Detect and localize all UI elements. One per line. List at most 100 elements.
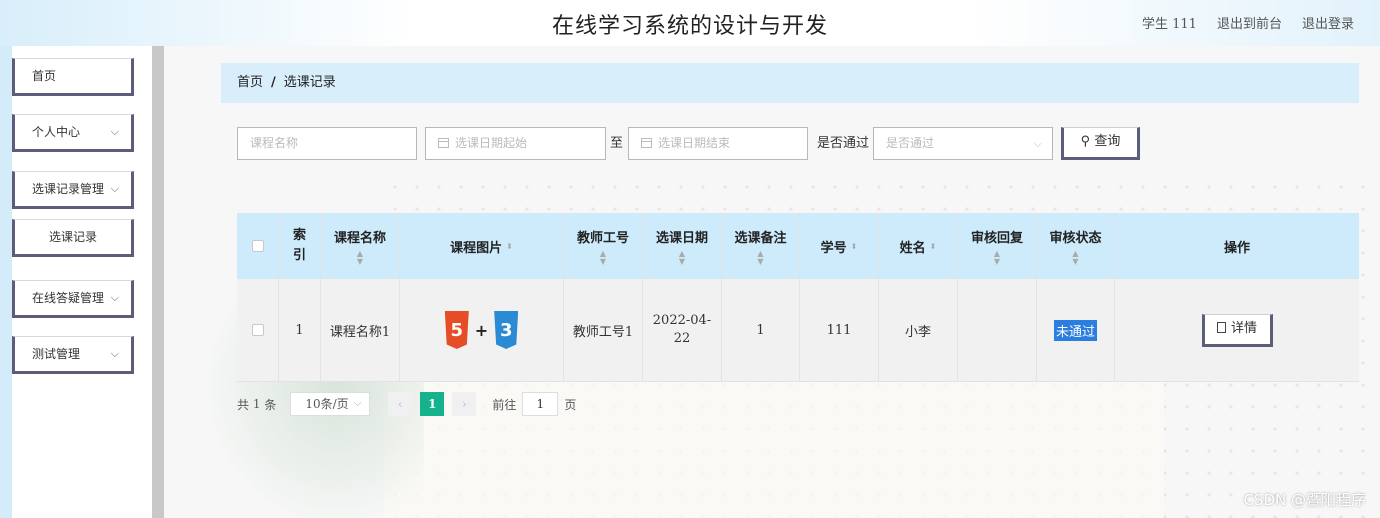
calendar-icon — [641, 138, 652, 148]
cell-course-name: 课程名称1 — [321, 279, 400, 381]
passed-select[interactable]: 是否通过 ⌵ — [873, 127, 1053, 160]
col-index: 索引 — [279, 213, 321, 279]
cell-reply — [958, 279, 1037, 381]
pagination: 共 1 条 10条/页 ⌵ ‹ 1 › 前往 1 页 — [237, 391, 576, 417]
sidebar-item-course-records-mgmt[interactable]: 选课记录管理 ⌵ — [12, 171, 134, 209]
page-number-current[interactable]: 1 — [420, 392, 445, 416]
row-checkbox[interactable] — [251, 324, 264, 336]
sort-icon[interactable]: ▲ ▼ — [357, 249, 363, 265]
col-course-name-label: 课程名称 — [333, 231, 386, 246]
sort-icon[interactable]: ▲ ▼ — [600, 249, 606, 265]
to-frontend-link[interactable]: 退出到前台 — [1217, 13, 1282, 32]
plus-icon: + — [474, 320, 489, 340]
passed-placeholder: 是否通过 — [886, 136, 935, 150]
select-all-checkbox[interactable] — [251, 240, 264, 252]
breadcrumb-current: 选课记录 — [283, 75, 336, 90]
date-range-separator: 至 — [610, 136, 624, 151]
col-student-id-label: 学号 — [820, 240, 847, 256]
html5-logo: 5 — [444, 311, 469, 349]
calendar-icon — [438, 138, 449, 148]
goto-page-input[interactable]: 1 — [522, 392, 559, 416]
course-name-input[interactable]: 课程名称 — [237, 127, 417, 160]
col-date[interactable]: 选课日期 ▲ ▼ — [643, 213, 722, 279]
next-page-button[interactable]: › — [452, 392, 477, 416]
sidebar-item-home[interactable]: 首页 — [12, 58, 134, 96]
sidebar-item-test-mgmt[interactable]: 测试管理 ⌵ — [12, 336, 134, 374]
cell-name: 小李 — [879, 279, 958, 381]
sidebar-item-label: 选课记录 — [48, 230, 97, 244]
chevron-down-icon: ⌵ — [110, 347, 119, 360]
css3-logo: 3 — [494, 311, 519, 349]
sidebar-divider[interactable] — [152, 46, 164, 518]
username: 111 — [1172, 17, 1197, 32]
query-button[interactable]: ⚲ 查询 — [1061, 127, 1140, 160]
user-links: 学生 111 退出到前台 退出登录 — [1142, 13, 1354, 32]
date-start-placeholder: 选课日期起始 — [455, 136, 528, 150]
sort-icon[interactable]: ▲ ▼ — [994, 249, 1000, 265]
cell-status: 未通过 — [1037, 279, 1115, 381]
col-status[interactable]: 审核状态 ▲ ▼ — [1037, 213, 1115, 279]
col-course-name[interactable]: 课程名称 ▲ ▼ — [321, 213, 400, 279]
user-info: 学生 111 — [1142, 13, 1197, 32]
col-date-label: 选课日期 — [655, 231, 708, 246]
row-select-cell — [237, 279, 279, 381]
chevron-down-icon: ⌵ — [1033, 137, 1042, 150]
col-student-id[interactable]: 学号 ⬍ — [800, 213, 879, 279]
col-status-label: 审核状态 — [1049, 231, 1102, 246]
col-course-image-label: 课程图片 — [450, 240, 503, 256]
query-button-label: 查询 — [1094, 134, 1121, 149]
col-teacher-id-label: 教师工号 — [576, 231, 629, 246]
main-content: 首页 / 选课记录 课程名称 选课日期起始 至 选课日期结束 是否通过 是否通过 ⌵… — [164, 46, 1380, 518]
total-count: 1 — [252, 397, 261, 411]
page-size-value: 10条/页 — [305, 397, 349, 411]
breadcrumb-home[interactable]: 首页 — [237, 75, 263, 90]
select-all-cell — [237, 213, 279, 279]
detail-button[interactable]: 详情 — [1201, 313, 1273, 347]
sidebar-item-online-qa-mgmt[interactable]: 在线答疑管理 ⌵ — [12, 280, 134, 318]
table-row: 1 课程名称1 5 + 3 教师工号1 2022-04-22 1 111 小李 … — [237, 279, 1359, 382]
total-prefix: 共 — [237, 397, 250, 412]
col-index-label: 索引 — [292, 228, 306, 263]
chevron-down-icon: ⌵ — [110, 182, 119, 195]
table-header: 索引 课程名称 ▲ ▼ 课程图片 ⬍ 教师工号 ▲ ▼ 选课日期 ▲ ▼ 选课备注 ▲ ▼ 学号 ⬍… — [237, 213, 1359, 279]
sidebar-edge — [0, 46, 12, 518]
logout-link[interactable]: 退出登录 — [1302, 13, 1354, 32]
col-actions: 操作 — [1115, 213, 1359, 279]
sort-icon[interactable]: ⬍ — [930, 241, 937, 251]
cell-date: 2022-04-22 — [643, 279, 722, 381]
sort-icon[interactable]: ⬍ — [851, 241, 858, 251]
total-suffix: 条 — [264, 397, 277, 412]
cell-student-id: 111 — [800, 279, 879, 381]
sort-icon[interactable]: ▲ ▼ — [757, 249, 763, 265]
cell-teacher-id: 教师工号1 — [564, 279, 643, 381]
prev-page-button[interactable]: ‹ — [388, 392, 413, 416]
top-header: 在线学习系统的设计与开发 学生 111 退出到前台 退出登录 — [0, 0, 1380, 46]
chevron-down-icon: ⌵ — [110, 291, 119, 304]
col-note-label: 选课备注 — [734, 231, 787, 246]
col-course-image[interactable]: 课程图片 ⬍ — [400, 213, 564, 279]
breadcrumb-separator: / — [271, 75, 276, 90]
cell-course-image: 5 + 3 — [400, 279, 564, 381]
document-icon — [1216, 321, 1226, 333]
date-end-input[interactable]: 选课日期结束 — [628, 127, 808, 160]
col-teacher-id[interactable]: 教师工号 ▲ ▼ — [564, 213, 643, 279]
detail-button-label: 详情 — [1230, 320, 1257, 336]
sidebar-item-label: 首页 — [32, 69, 57, 83]
watermark: CSDN @暨阳程序 — [1243, 491, 1366, 509]
sidebar-item-course-records[interactable]: 选课记录 — [12, 219, 134, 257]
sort-icon[interactable]: ▲ ▼ — [679, 249, 685, 265]
user-role: 学生 — [1141, 17, 1168, 32]
col-note[interactable]: 选课备注 ▲ ▼ — [722, 213, 800, 279]
page-size-select[interactable]: 10条/页 ⌵ — [290, 392, 371, 416]
sort-icon[interactable]: ⬍ — [506, 241, 513, 251]
col-name[interactable]: 姓名 ⬍ — [879, 213, 958, 279]
sort-icon[interactable]: ▲ ▼ — [1072, 249, 1078, 265]
col-actions-label: 操作 — [1223, 240, 1250, 256]
passed-label: 是否通过 — [817, 136, 870, 151]
col-reply[interactable]: 审核回复 ▲ ▼ — [958, 213, 1037, 279]
goto-suffix: 页 — [564, 397, 577, 412]
date-start-input[interactable]: 选课日期起始 — [425, 127, 606, 160]
chevron-down-icon: ⌵ — [353, 398, 362, 409]
sidebar-item-personal-center[interactable]: 个人中心 ⌵ — [12, 114, 134, 152]
cell-actions: 详情 — [1115, 279, 1359, 381]
